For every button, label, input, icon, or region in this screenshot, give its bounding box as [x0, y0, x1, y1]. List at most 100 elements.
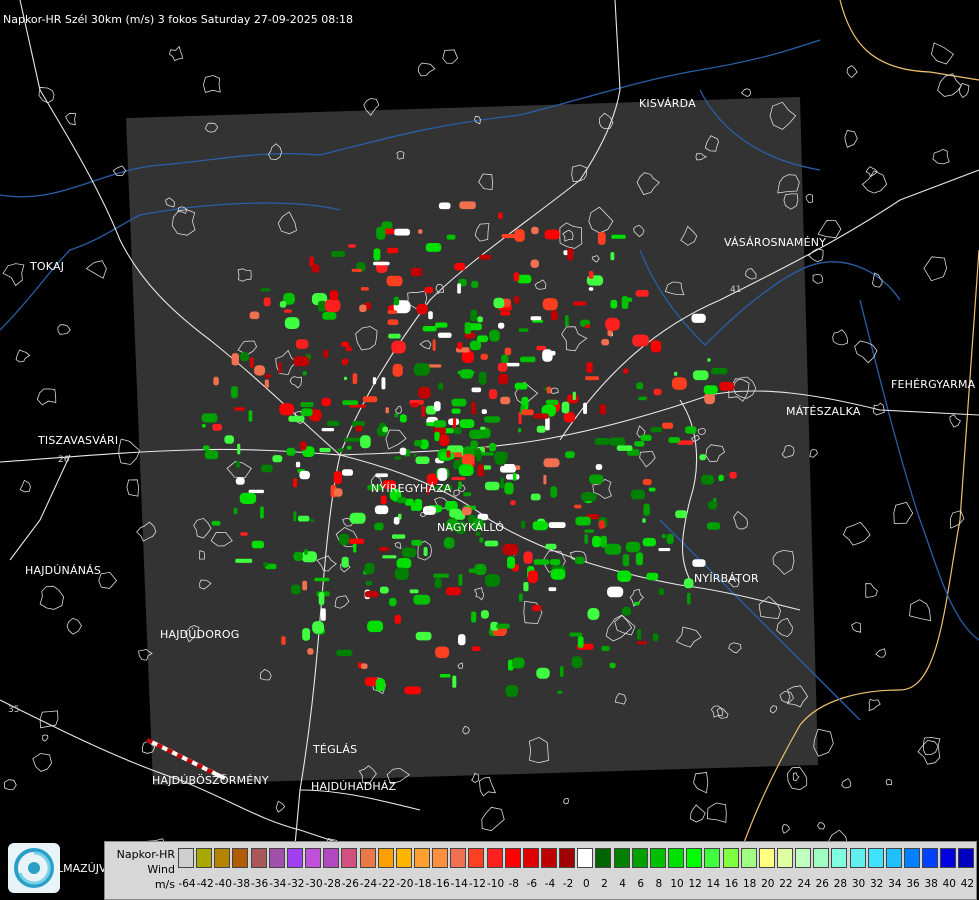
- radar-echo: [459, 201, 476, 210]
- radar-echo: [300, 402, 314, 408]
- radar-echo: [652, 633, 659, 642]
- radar-echo: [484, 574, 500, 587]
- radar-echo: [360, 435, 371, 449]
- radar-echo: [527, 570, 538, 584]
- legend-swatch: [795, 848, 812, 868]
- radar-echo: [446, 234, 456, 240]
- legend-swatch: [885, 848, 902, 868]
- legend-tick-label: 18: [742, 878, 757, 890]
- radar-echo: [589, 474, 604, 484]
- radar-echo: [434, 401, 441, 412]
- legend-swatch: [468, 848, 485, 868]
- radar-echo: [281, 636, 286, 645]
- radar-echo: [523, 582, 529, 592]
- legend-tick-label: 42: [960, 878, 975, 890]
- radar-echo: [550, 568, 566, 580]
- radar-echo: [531, 604, 542, 612]
- radar-echo: [484, 540, 499, 547]
- legend-swatch: [196, 848, 213, 868]
- place-vasarosnameny: VÁSÁROSNAMÉNY: [724, 236, 827, 249]
- radar-echo: [401, 547, 417, 558]
- radar-echo: [521, 409, 534, 416]
- radar-echo: [279, 403, 295, 416]
- legend-swatch: [268, 848, 285, 868]
- radar-echo: [211, 520, 221, 526]
- radar-echo: [284, 317, 300, 329]
- legend-swatch: [305, 848, 322, 868]
- legend-swatch: [395, 848, 412, 868]
- radar-echo: [474, 563, 487, 575]
- legend-tick-label: -8: [508, 878, 519, 890]
- radar-echo: [288, 415, 305, 422]
- radar-echo: [577, 636, 584, 648]
- legend-tick-label: -22: [378, 878, 396, 890]
- radar-echo: [685, 426, 697, 434]
- radar-echo: [706, 522, 721, 530]
- radar-echo: [484, 416, 501, 423]
- legend-tick-label: 6: [637, 878, 645, 890]
- radar-echo: [231, 353, 239, 366]
- legend-swatch: [704, 848, 721, 868]
- radar-echo: [379, 586, 389, 594]
- legend-swatch: [831, 848, 848, 868]
- radar-echo: [519, 593, 523, 602]
- radar-echo: [341, 341, 349, 347]
- legend-swatch: [813, 848, 830, 868]
- radar-echo: [263, 297, 271, 307]
- radar-echo: [393, 516, 400, 525]
- radar-echo: [459, 419, 475, 429]
- radar-echo: [635, 552, 643, 566]
- radar-echo: [489, 329, 500, 342]
- radar-echo: [621, 296, 629, 309]
- radar-echo: [297, 515, 310, 522]
- radar-echo: [500, 311, 511, 316]
- radar-echo: [295, 339, 309, 349]
- radar-echo: [548, 587, 557, 592]
- radar-echo: [550, 310, 558, 321]
- radar-echo: [443, 537, 455, 549]
- legend-swatch: [867, 848, 884, 868]
- radar-echo: [394, 228, 410, 236]
- radar-echo: [379, 547, 390, 552]
- radar-echo: [506, 362, 520, 367]
- radar-echo: [530, 493, 541, 501]
- radar-echo: [513, 472, 517, 481]
- radar-echo: [536, 425, 546, 433]
- radar-echo: [355, 425, 363, 432]
- legend-tick-label: -26: [341, 878, 359, 890]
- place-hajdudorog: HAJDÚDOROG: [160, 628, 240, 641]
- radar-echo: [393, 296, 400, 306]
- radar-echo: [387, 247, 399, 254]
- radar-echo: [504, 464, 515, 469]
- radar-echo: [545, 399, 559, 405]
- radar-echo: [569, 632, 583, 637]
- radar-echo: [293, 356, 310, 367]
- radar-echo: [260, 506, 264, 519]
- radar-echo: [646, 572, 659, 581]
- radar-echo: [251, 540, 265, 549]
- radar-echo: [484, 481, 500, 491]
- radar-echo: [588, 287, 594, 291]
- legend-source: Napkor-HR: [116, 848, 175, 861]
- radar-echo: [307, 648, 314, 655]
- radar-echo: [416, 303, 428, 315]
- legend-swatch: [413, 848, 430, 868]
- radar-echo: [338, 533, 350, 546]
- radar-echo: [507, 556, 515, 569]
- legend-swatch: [522, 848, 539, 868]
- legend-tick-label: -16: [432, 878, 450, 890]
- radar-echo: [375, 473, 388, 478]
- place-tokaj: TOKAJ: [30, 260, 65, 273]
- legend-swatch: [686, 848, 703, 868]
- radar-echo: [299, 441, 307, 451]
- legend-swatch: [740, 848, 757, 868]
- radar-echo: [385, 407, 389, 414]
- radar-echo: [239, 352, 250, 362]
- radar-echo: [581, 492, 597, 502]
- legend-swatch: [776, 848, 793, 868]
- radar-echo: [304, 549, 308, 555]
- radar-echo: [346, 445, 352, 450]
- radar-echo: [650, 427, 662, 433]
- radar-echo: [458, 464, 474, 476]
- radar-echo: [661, 534, 666, 539]
